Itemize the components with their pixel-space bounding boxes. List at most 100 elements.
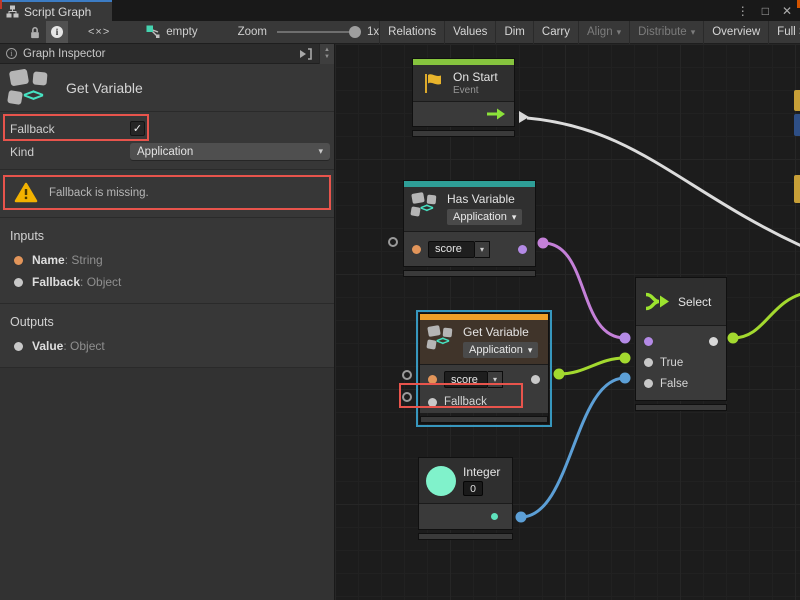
kind-property-row: Kind Application ▾ [0, 140, 334, 163]
node-title: Has Variable [447, 192, 522, 206]
node-footer [420, 416, 548, 423]
name-input-port[interactable] [428, 375, 437, 384]
variables-icon: <> [427, 325, 456, 352]
zoom-slider-handle[interactable] [349, 26, 361, 38]
lock-button[interactable] [24, 21, 46, 43]
full-screen-button[interactable]: Full Screen [768, 21, 800, 44]
condition-input-port[interactable] [644, 337, 653, 346]
inspector-toggle-button[interactable]: i [46, 21, 68, 43]
window-maximize-icon[interactable]: □ [762, 5, 769, 17]
node-subtitle: Event [453, 85, 498, 96]
wire-endpoint-blue[interactable] [620, 373, 631, 384]
exec-wire-arrow [519, 111, 529, 123]
wire-endpoint-green[interactable] [620, 353, 631, 364]
values-button[interactable]: Values [444, 21, 495, 44]
toolbar-buttons: Relations Values Dim Carry Align▾ Distri… [379, 21, 800, 44]
wire-endpoint-purple[interactable] [538, 238, 549, 249]
unconnected-port-ring[interactable] [402, 392, 412, 402]
window-menu-icon[interactable]: ⋮ [737, 5, 749, 17]
name-input-port[interactable] [412, 245, 421, 254]
lock-icon [29, 26, 41, 39]
unconnected-port-ring[interactable] [402, 370, 412, 380]
graph-toolbar: i <×> empty Zoom 1x Relations Values Dim… [0, 21, 800, 44]
chevron-down-icon: ▾ [512, 213, 517, 222]
outputs-section: Outputs Value: Object [0, 304, 334, 367]
align-button[interactable]: Align▾ [578, 21, 629, 44]
scope-dropdown[interactable]: Application ▾ [447, 209, 522, 225]
inspector-title: Graph Inspector [23, 48, 105, 60]
exec-output-port[interactable] [486, 108, 506, 120]
chevron-down-icon: ▾ [493, 375, 497, 384]
variable-picker-button[interactable]: ▾ [488, 371, 503, 388]
wire-has-variable-to-select[interactable] [543, 243, 625, 338]
dock-panel-icon[interactable] [298, 48, 313, 60]
tab-script-graph[interactable]: Script Graph [0, 0, 112, 21]
wire-endpoint-green[interactable] [728, 333, 739, 344]
zoom-control: Zoom 1x [238, 26, 380, 38]
outputs-header: Outputs [0, 308, 334, 335]
offscreen-node-fragment [794, 114, 800, 136]
selection-output-port[interactable] [709, 337, 718, 346]
port-dot-orange [14, 256, 23, 265]
wires-layer [335, 44, 800, 600]
node-select[interactable]: Select True False [635, 277, 727, 411]
integer-output-port[interactable] [491, 513, 498, 520]
value-output-port[interactable] [531, 375, 540, 384]
chevron-down-icon: ▾ [528, 346, 533, 355]
wire-endpoint-green[interactable] [554, 369, 565, 380]
result-output-port[interactable] [518, 245, 527, 254]
panel-scroll-spinner[interactable]: ▲ ▼ [319, 44, 334, 64]
graph-inspector-panel: i Graph Inspector ▲ ▼ <> Get Variable Fa… [0, 44, 335, 600]
warning-message-box: Fallback is missing. [3, 175, 331, 210]
variable-picker-button[interactable]: ▾ [475, 241, 490, 258]
fallback-input-port[interactable] [428, 398, 437, 407]
inspected-node-title: Get Variable [66, 80, 143, 96]
select-merge-icon [644, 288, 671, 315]
overview-button[interactable]: Overview [703, 21, 768, 44]
graph-pointer-label: empty [166, 26, 197, 38]
kind-property-label: Kind [10, 145, 130, 159]
script-graph-icon [6, 5, 19, 18]
dim-button[interactable]: Dim [495, 21, 532, 44]
code-view-icon[interactable]: <×> [88, 26, 110, 38]
wire-endpoint-blue[interactable] [516, 512, 527, 523]
integer-value-field[interactable]: 0 [463, 481, 483, 496]
true-input-port[interactable] [644, 358, 653, 367]
wire-endpoint-purple[interactable] [620, 333, 631, 344]
zoom-value: 1x [367, 26, 379, 38]
inspector-empty-area [0, 368, 334, 600]
node-get-variable-selected[interactable]: <> Get Variable Application ▾ score ▾ [416, 310, 552, 427]
variable-name-field[interactable]: score [444, 371, 488, 388]
fallback-checkbox[interactable]: ✓ [130, 121, 145, 136]
window-tab-bar: Script Graph ⋮ □ ✕ [0, 0, 800, 21]
node-on-start[interactable]: On Start Event [412, 58, 515, 137]
node-has-variable[interactable]: <> Has Variable Application ▾ score ▾ [403, 180, 536, 277]
wire-select-out[interactable] [733, 292, 800, 338]
unconnected-port-ring[interactable] [388, 237, 398, 247]
input-row-fallback: Fallback: Object [0, 271, 334, 293]
scroll-up-icon[interactable]: ▲ [324, 47, 330, 54]
wire-get-variable-to-select-true[interactable] [559, 358, 625, 374]
fallback-port-label: Fallback [444, 396, 487, 408]
relations-button[interactable]: Relations [379, 21, 444, 44]
warning-icon [14, 182, 38, 203]
zoom-slider[interactable] [277, 31, 359, 33]
graph-pointer-breadcrumb[interactable]: empty [146, 25, 197, 39]
carry-button[interactable]: Carry [533, 21, 578, 44]
wire-on-start-out[interactable] [527, 118, 800, 252]
tab-title: Script Graph [24, 5, 91, 19]
node-properties: Fallback ✓ Kind Application ▾ [0, 112, 334, 169]
distribute-button[interactable]: Distribute▾ [629, 21, 703, 44]
variable-name-field[interactable]: score [428, 241, 475, 258]
scroll-down-icon[interactable]: ▼ [324, 54, 330, 61]
false-input-port[interactable] [644, 379, 653, 388]
graph-pointer-icon [146, 25, 161, 39]
kind-dropdown-value: Application [137, 146, 193, 158]
window-close-icon[interactable]: ✕ [782, 5, 792, 17]
graph-canvas[interactable]: On Start Event <> [335, 44, 800, 600]
node-footer [403, 270, 536, 277]
node-integer[interactable]: Integer 0 [418, 457, 513, 540]
scope-dropdown[interactable]: Application ▾ [463, 342, 538, 358]
kind-dropdown[interactable]: Application ▾ [130, 143, 330, 160]
node-footer [418, 533, 513, 540]
